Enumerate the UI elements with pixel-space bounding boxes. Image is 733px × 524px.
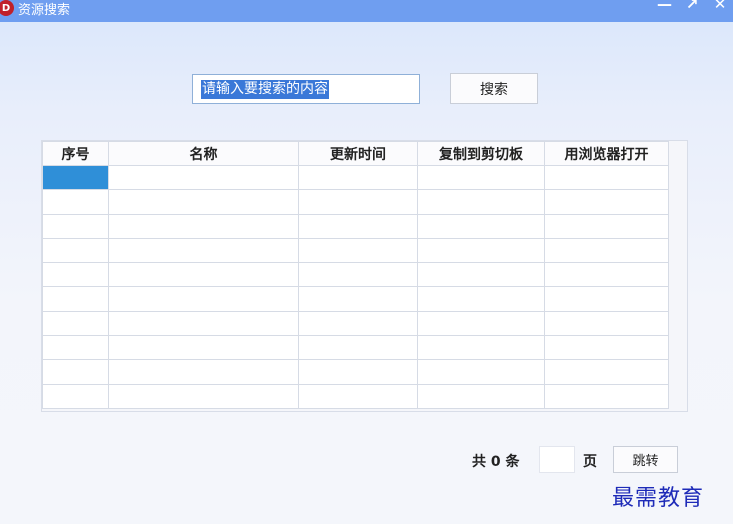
table-cell[interactable]: [544, 335, 669, 361]
table-cell[interactable]: [417, 286, 545, 312]
window-controls: — ↗ ✕: [657, 0, 727, 13]
table-cell[interactable]: [42, 383, 109, 409]
table-cell[interactable]: [298, 213, 418, 239]
table-cell[interactable]: [417, 359, 545, 385]
table-cell[interactable]: [417, 213, 545, 239]
table-cell[interactable]: [108, 383, 299, 409]
table-row[interactable]: [42, 213, 669, 239]
table-cell[interactable]: [108, 310, 299, 337]
column-header-name[interactable]: 名称: [108, 141, 299, 166]
table-cell[interactable]: [417, 262, 545, 288]
table-cell[interactable]: [42, 164, 109, 191]
table-cell[interactable]: [108, 213, 299, 239]
table-cell[interactable]: [108, 335, 299, 361]
app-logo-icon: D: [0, 0, 14, 16]
watermark-logo: 最需教育: [612, 486, 705, 511]
column-header-open-in-browser[interactable]: 用浏览器打开: [544, 141, 669, 166]
table-cell[interactable]: [417, 335, 545, 361]
column-header-index[interactable]: 序号: [42, 141, 109, 166]
table-cell[interactable]: [544, 286, 669, 312]
table-cell[interactable]: [298, 383, 418, 409]
table-row[interactable]: [42, 383, 669, 409]
table-cell[interactable]: [544, 213, 669, 239]
table-cell[interactable]: [108, 189, 299, 215]
search-button[interactable]: 搜索: [450, 73, 538, 104]
results-grid[interactable]: 序号 名称 更新时间 复制到剪切板 用浏览器打开: [41, 140, 688, 412]
table-cell[interactable]: [298, 237, 418, 264]
table-cell[interactable]: [544, 237, 669, 264]
table-cell[interactable]: [298, 262, 418, 288]
table-cell[interactable]: [108, 164, 299, 191]
table-cell[interactable]: [417, 164, 545, 191]
search-input-text: 请输入要搜索的内容: [201, 79, 329, 99]
table-row[interactable]: [42, 262, 669, 288]
table-row[interactable]: [42, 189, 669, 215]
table-row[interactable]: [42, 335, 669, 361]
table-cell[interactable]: [42, 335, 109, 361]
table-cell[interactable]: [42, 286, 109, 312]
table-body: [42, 164, 669, 409]
maximize-button[interactable]: ↗: [685, 0, 699, 13]
table-cell[interactable]: [544, 359, 669, 385]
table-header-row: 序号 名称 更新时间 复制到剪切板 用浏览器打开: [42, 141, 669, 166]
search-input[interactable]: 请输入要搜索的内容: [192, 74, 420, 104]
jump-button[interactable]: 跳转: [613, 446, 678, 473]
table-cell[interactable]: [298, 164, 418, 191]
table-cell[interactable]: [544, 164, 669, 191]
table-cell[interactable]: [417, 310, 545, 337]
table-cell[interactable]: [42, 237, 109, 264]
app-window: D 资源搜索 — ↗ ✕ 请输入要搜索的内容 搜索 序号 名称 更新时间 复制到…: [0, 0, 733, 524]
table-cell[interactable]: [544, 310, 669, 337]
results-table: 序号 名称 更新时间 复制到剪切板 用浏览器打开: [42, 141, 669, 409]
column-header-copy-to-clipboard[interactable]: 复制到剪切板: [417, 141, 545, 166]
table-cell[interactable]: [108, 359, 299, 385]
window-title: 资源搜索: [18, 2, 71, 18]
table-row[interactable]: [42, 164, 669, 191]
table-row[interactable]: [42, 286, 669, 312]
table-cell[interactable]: [417, 237, 545, 264]
table-cell[interactable]: [298, 189, 418, 215]
page-label: 页: [583, 454, 597, 470]
table-cell[interactable]: [298, 359, 418, 385]
page-number-input[interactable]: [539, 446, 575, 473]
table-row[interactable]: [42, 310, 669, 337]
table-cell[interactable]: [42, 213, 109, 239]
table-row[interactable]: [42, 359, 669, 385]
table-cell[interactable]: [298, 335, 418, 361]
close-button[interactable]: ✕: [713, 0, 727, 13]
table-cell[interactable]: [108, 237, 299, 264]
table-cell[interactable]: [42, 310, 109, 337]
table-cell[interactable]: [108, 286, 299, 312]
table-cell[interactable]: [298, 310, 418, 337]
table-cell[interactable]: [42, 189, 109, 215]
minimize-button[interactable]: —: [657, 0, 672, 13]
table-cell[interactable]: [298, 286, 418, 312]
table-cell[interactable]: [42, 359, 109, 385]
column-header-updated-time[interactable]: 更新时间: [298, 141, 418, 166]
table-cell[interactable]: [42, 262, 109, 288]
table-cell[interactable]: [417, 383, 545, 409]
table-cell[interactable]: [417, 189, 545, 215]
title-bar: D 资源搜索 — ↗ ✕: [0, 0, 733, 22]
total-count-label: 共 0 条: [472, 454, 520, 470]
table-cell[interactable]: [544, 262, 669, 288]
table-cell[interactable]: [544, 189, 669, 215]
table-row[interactable]: [42, 237, 669, 264]
table-cell[interactable]: [544, 383, 669, 409]
table-cell[interactable]: [108, 262, 299, 288]
